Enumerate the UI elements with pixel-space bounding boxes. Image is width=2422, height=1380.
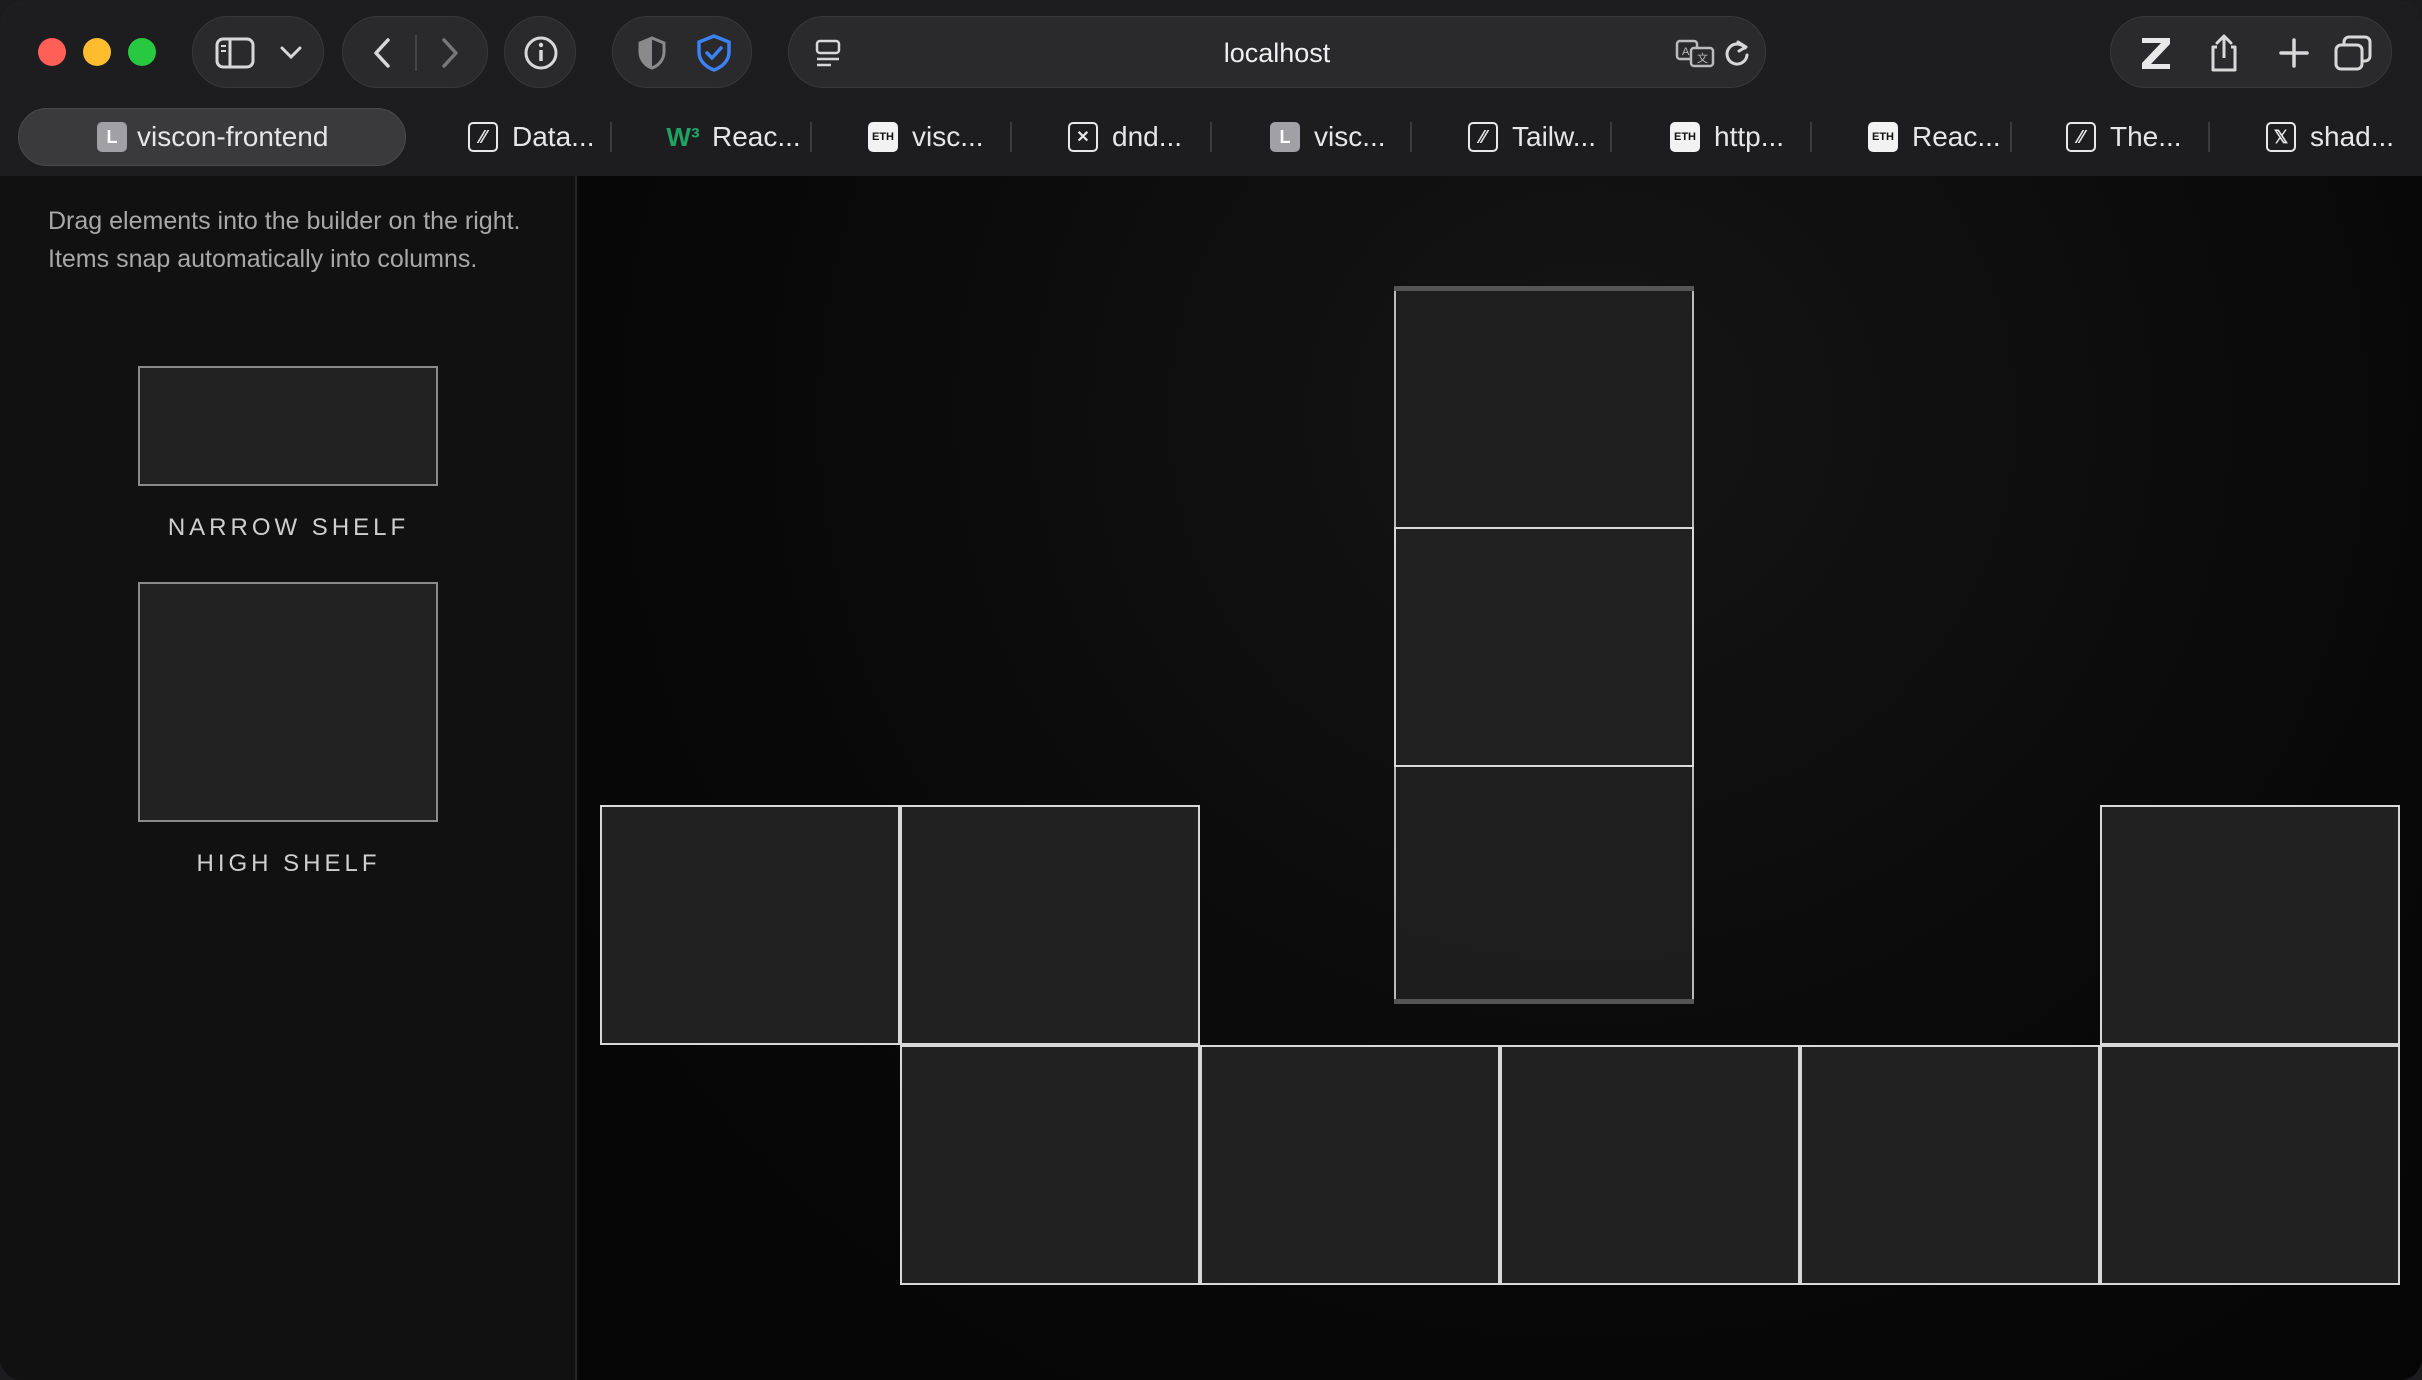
tab-tailwind[interactable]: ⁄⁄ Tailw... — [1468, 108, 1596, 166]
favicon-eth-icon: ETH — [1670, 122, 1700, 152]
tab-data[interactable]: ⁄⁄ Data... — [468, 108, 594, 166]
favicon-x-icon: 𝕏 — [2266, 122, 2296, 152]
nav-divider — [415, 35, 417, 71]
tab-title: Reac... — [1912, 121, 2001, 152]
password-manager-shield-icon[interactable] — [689, 17, 739, 89]
shelf-cell[interactable] — [1394, 527, 1694, 767]
back-button[interactable] — [357, 17, 407, 89]
element-palette: Drag elements into the builder on the ri… — [0, 176, 577, 1380]
info-icon — [505, 17, 577, 89]
tab-separator — [1010, 122, 1012, 152]
tab-title: http... — [1714, 121, 1785, 152]
tab-title: Tailw... — [1512, 121, 1597, 152]
palette-instructions: Drag elements into the builder on the ri… — [48, 207, 521, 273]
minimize-window-button[interactable] — [83, 38, 111, 66]
tab-separator — [1210, 122, 1212, 152]
url-text: localhost — [1223, 38, 1331, 68]
builder-canvas[interactable] — [579, 176, 2422, 1380]
extensions-group — [612, 16, 752, 88]
sidebar-toggle-group — [192, 16, 324, 88]
shelf-cell[interactable] — [2100, 1045, 2400, 1285]
tab-http[interactable]: ETH http... — [1670, 108, 1784, 166]
shelf-cell[interactable] — [900, 1045, 1200, 1285]
favicon-l-icon: L — [97, 122, 127, 152]
svg-text:A: A — [1682, 46, 1690, 58]
dragged-column[interactable] — [1394, 286, 1694, 1004]
tab-separator — [1610, 122, 1612, 152]
tab-title: Reac... — [712, 121, 801, 152]
shelf-cell[interactable] — [1394, 291, 1694, 529]
tab-react-eth[interactable]: ETH Reac... — [1868, 108, 2001, 166]
favicon-eth-icon: ETH — [1868, 122, 1898, 152]
shelf-cell[interactable] — [1200, 1045, 1500, 1285]
shelf-cell[interactable] — [2100, 805, 2400, 1045]
info-button[interactable] — [504, 16, 576, 88]
tab-the[interactable]: ⁄⁄ The... — [2066, 108, 2182, 166]
tab-react-w3[interactable]: W³ Reac... — [666, 108, 801, 166]
share-icon[interactable] — [2199, 17, 2249, 89]
tab-visc-l[interactable]: L visc... — [1270, 108, 1386, 166]
tab-separator — [2208, 122, 2210, 152]
tab-title: visc... — [1314, 121, 1386, 152]
chevron-down-icon[interactable] — [271, 17, 311, 89]
tab-title: The... — [2110, 121, 2182, 152]
reload-icon[interactable] — [1719, 17, 1755, 89]
tab-separator — [2010, 122, 2012, 152]
shelf-cell[interactable] — [1394, 765, 1694, 999]
favicon-eth-icon: ETH — [868, 122, 898, 152]
favicon-slash-icon: ⁄⁄ — [468, 122, 498, 152]
tab-separator — [810, 122, 812, 152]
browser-toolbar: localhost A文 — [0, 0, 2422, 104]
tab-shadcn[interactable]: 𝕏 shad... — [2266, 108, 2394, 166]
favicon-w3schools-icon: W³ — [666, 121, 700, 152]
shelf-cell[interactable] — [1800, 1045, 2100, 1285]
tab-bar: L viscon-frontend ⁄⁄ Data... W³ Reac... … — [0, 104, 2422, 176]
favicon-slash-icon: ⁄⁄ — [1468, 122, 1498, 152]
tab-title: Data... — [512, 121, 595, 152]
zotero-z-icon[interactable] — [2131, 17, 2181, 89]
forward-button[interactable] — [425, 17, 475, 89]
tab-overview-icon[interactable] — [2325, 17, 2381, 89]
tab-title: shad... — [2310, 121, 2395, 152]
tab-title: dnd... — [1112, 121, 1183, 152]
tab-separator — [610, 122, 612, 152]
navigation-group — [342, 16, 488, 88]
tab-visc-eth[interactable]: ETH visc... — [868, 108, 984, 166]
tab-title: viscon-frontend — [137, 121, 329, 152]
shield-icon[interactable] — [627, 17, 677, 89]
narrow-shelf-label: NARROW SHELF — [167, 514, 410, 541]
tab-viscon-frontend[interactable]: L viscon-frontend — [18, 108, 406, 166]
shelf-cell[interactable] — [1500, 1045, 1800, 1285]
narrow-shelf-draggable[interactable] — [138, 366, 438, 486]
sidebar-icon[interactable] — [207, 17, 263, 89]
toolbar-actions-group — [2110, 16, 2392, 88]
address-bar[interactable]: localhost A文 — [788, 16, 1766, 88]
new-tab-plus-icon[interactable] — [2269, 17, 2319, 89]
svg-text:文: 文 — [1697, 51, 1708, 65]
browser-window: localhost A文 L viscon-frontend ⁄⁄ Data..… — [0, 0, 2422, 1380]
favicon-l-icon: L — [1270, 122, 1300, 152]
favicon-slash-icon: ⁄⁄ — [2066, 122, 2096, 152]
shelf-cell[interactable] — [900, 805, 1200, 1045]
favicon-dnd-icon: ✕ — [1068, 122, 1098, 152]
high-shelf-draggable[interactable] — [138, 582, 438, 822]
close-window-button[interactable] — [38, 38, 66, 66]
high-shelf-label: HIGH SHELF — [196, 850, 381, 877]
zoom-window-button[interactable] — [128, 38, 156, 66]
shelf-cell[interactable] — [600, 805, 900, 1045]
tab-dnd[interactable]: ✕ dnd... — [1068, 108, 1182, 166]
tab-title: visc... — [912, 121, 984, 152]
tab-separator — [1410, 122, 1412, 152]
tab-separator — [1810, 122, 1812, 152]
translate-icon[interactable]: A文 — [1673, 17, 1717, 89]
